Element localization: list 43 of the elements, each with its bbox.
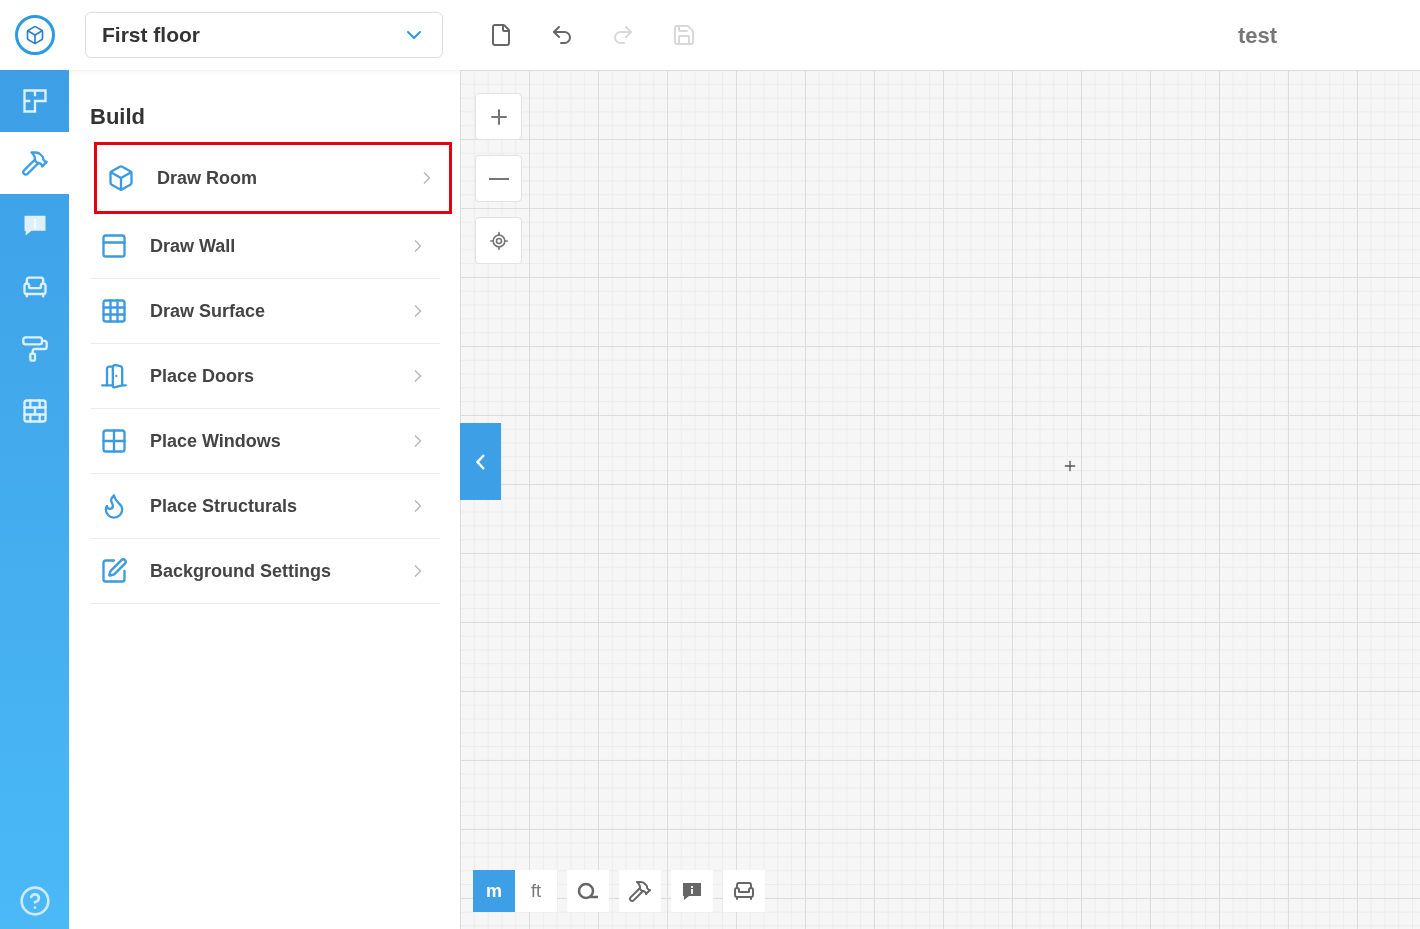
build-menu-item[interactable]: Draw Wall <box>90 214 440 279</box>
build-menu-item[interactable]: Place Windows <box>90 409 440 474</box>
build-tab[interactable] <box>0 132 69 194</box>
build-menu-item[interactable]: Place Doors <box>90 344 440 409</box>
armchair-icon <box>732 879 756 903</box>
panel-title: Build <box>90 103 146 131</box>
build-menu-item[interactable]: Draw Room <box>94 142 452 214</box>
app-logo[interactable] <box>14 15 55 55</box>
paint-roller-icon <box>20 335 49 363</box>
hammer-icon <box>628 879 652 903</box>
minus-icon <box>488 177 509 180</box>
hammer-icon <box>20 149 49 177</box>
build-menu-item[interactable]: Draw Surface <box>90 279 440 344</box>
help-icon <box>18 885 51 917</box>
door-icon <box>100 362 128 390</box>
window-icon <box>100 427 128 455</box>
surface-tiles-icon <box>100 297 128 325</box>
floor-dropdown[interactable]: First floor <box>85 12 443 58</box>
brick-wall-icon <box>20 397 49 425</box>
edit-icon <box>100 557 128 585</box>
floor-plan-icon <box>20 87 49 115</box>
crosshair-icon <box>1062 458 1078 474</box>
room-cube-icon <box>107 164 135 192</box>
build-menu-item[interactable]: Background Settings <box>90 539 440 604</box>
undo-button[interactable] <box>550 23 574 47</box>
locate-icon <box>488 230 509 251</box>
new-file-icon <box>489 23 513 47</box>
save-icon <box>672 23 696 47</box>
measure-tool-button[interactable] <box>567 870 609 912</box>
info-tool-button[interactable] <box>671 870 713 912</box>
new-button[interactable] <box>489 23 513 47</box>
help-button[interactable] <box>18 885 51 917</box>
build-tool-button[interactable] <box>619 870 661 912</box>
center-view-button[interactable] <box>475 217 522 264</box>
build-menu-item[interactable]: Place Structurals <box>90 474 440 539</box>
furniture-tool-button[interactable] <box>723 870 765 912</box>
undo-icon <box>550 23 574 47</box>
chevron-left-icon <box>476 453 485 470</box>
project-title: test <box>1237 21 1277 50</box>
redo-icon <box>611 23 635 47</box>
wall-icon <box>100 232 128 260</box>
unit-toggle[interactable]: ft <box>515 870 557 912</box>
zoom-in-button[interactable] <box>475 93 522 140</box>
